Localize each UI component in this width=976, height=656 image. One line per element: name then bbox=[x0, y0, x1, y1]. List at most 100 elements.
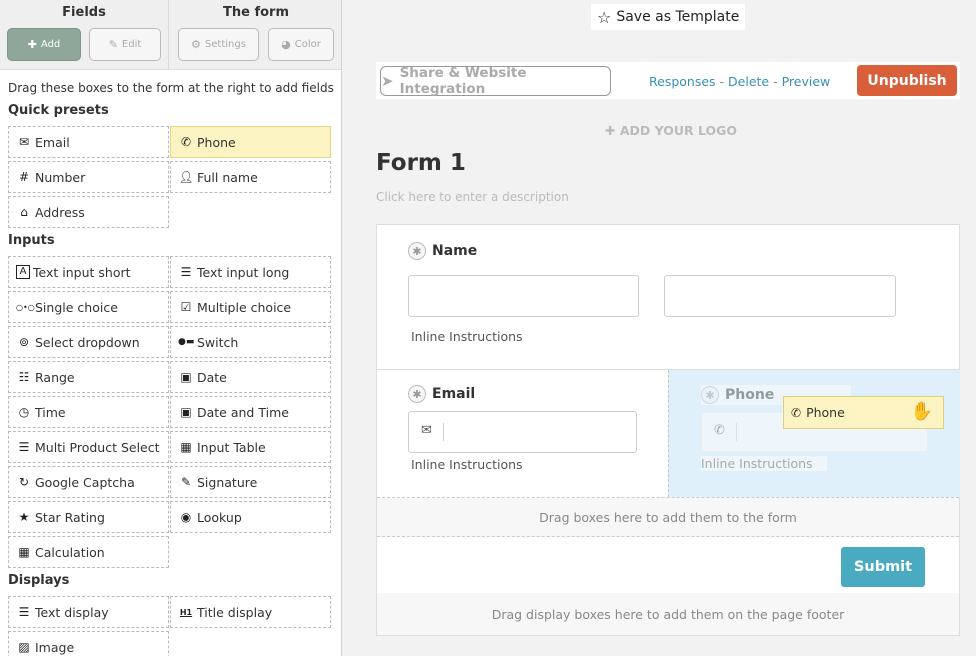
fields-sidebar: Fields ✚ Add ✎ Edit The form ⚙ Settings … bbox=[0, 0, 342, 656]
settings-button[interactable]: ⚙ Settings bbox=[178, 28, 259, 61]
save-as-template-button[interactable]: ☆ Save as Template bbox=[591, 4, 746, 30]
name-instructions: Inline Instructions bbox=[411, 329, 523, 344]
text-lines-icon: ☰ bbox=[180, 265, 192, 279]
field-tile-signature[interactable]: ✎ Signature bbox=[170, 466, 331, 498]
field-tile-multi-product-select[interactable]: ☰ Multi Product Select bbox=[8, 431, 169, 463]
field-tile-single-choice[interactable]: ○•○ Single choice bbox=[8, 291, 169, 323]
field-tile-text-input-short[interactable]: A Text input short bbox=[8, 256, 169, 288]
form-canvas: ✱ Name Inline Instructions ✱ Email ✉ Inl… bbox=[376, 224, 960, 636]
tile-label: Address bbox=[35, 204, 85, 220]
input-divider bbox=[736, 423, 737, 441]
checkbox-icon: ☑ bbox=[180, 300, 192, 314]
tile-label: Multiple choice bbox=[197, 299, 292, 315]
field-tile-multiple-choice[interactable]: ☑ Multiple choice bbox=[170, 291, 331, 323]
phone-icon: ✆ bbox=[791, 405, 802, 420]
radio-dots-icon: ○•○ bbox=[16, 302, 35, 312]
field-tile-select-dropdown[interactable]: ⊚ Select dropdown bbox=[8, 326, 169, 358]
color-button[interactable]: ◕ Color bbox=[268, 28, 334, 61]
envelope-icon: ✉ bbox=[18, 135, 30, 149]
field-tile-date-and-time[interactable]: ▣ Date and Time bbox=[170, 396, 331, 428]
submit-button[interactable]: Submit bbox=[841, 547, 925, 587]
field-tile-star-rating[interactable]: ★ Star Rating bbox=[8, 501, 169, 533]
phone-icon: ✆ bbox=[180, 135, 192, 149]
tile-label: Title display bbox=[197, 604, 273, 620]
form-links: Responses - Delete - Preview bbox=[649, 74, 830, 89]
calculator-icon: ▦ bbox=[18, 545, 30, 559]
field-tile-lookup[interactable]: ◉ Lookup bbox=[170, 501, 331, 533]
pencil-icon: ✎ bbox=[108, 38, 118, 51]
field-tile-phone[interactable]: ✆ Phone bbox=[170, 126, 331, 158]
field-tile-title-display[interactable]: H1 Title display bbox=[170, 596, 331, 628]
tile-label: Full name bbox=[197, 169, 258, 185]
field-tile-google-captcha[interactable]: ↻ Google Captcha bbox=[8, 466, 169, 498]
phone-instructions: Inline Instructions bbox=[701, 456, 827, 471]
palette-icon: ◕ bbox=[281, 38, 291, 51]
text-a-icon: A bbox=[16, 265, 30, 279]
field-tile-number[interactable]: # Number bbox=[8, 161, 169, 193]
field-tile-text-input-long[interactable]: ☰ Text input long bbox=[170, 256, 331, 288]
asterisk-icon: ✱ bbox=[701, 386, 719, 404]
email-input[interactable]: ✉ bbox=[408, 411, 637, 453]
refresh-icon: ↻ bbox=[18, 475, 30, 489]
responses-link[interactable]: Responses bbox=[649, 74, 716, 89]
add-button[interactable]: ✚ Add bbox=[7, 28, 81, 61]
tile-label: Text input long bbox=[197, 264, 290, 280]
paper-plane-icon: ➤ bbox=[381, 72, 394, 90]
tile-label: Date bbox=[197, 369, 227, 385]
color-button-label: Color bbox=[294, 39, 321, 50]
tile-label: Star Rating bbox=[35, 509, 105, 525]
form-column: The form ⚙ Settings ◕ Color bbox=[170, 0, 341, 70]
field-tile-full-name[interactable]: 👤︎ Full name bbox=[170, 161, 331, 193]
field-tile-calculation[interactable]: ▦ Calculation bbox=[8, 536, 169, 568]
settings-button-label: Settings bbox=[204, 39, 246, 50]
tile-label: Lookup bbox=[197, 509, 242, 525]
dropdown-circle-icon: ⊚ bbox=[18, 335, 30, 349]
field-tile-switch[interactable]: ●▬ Switch bbox=[170, 326, 331, 358]
plus-icon: ✚ bbox=[605, 123, 616, 138]
unpublish-button[interactable]: Unpublish bbox=[857, 65, 957, 96]
field-tile-image[interactable]: ▨ Image bbox=[8, 631, 169, 656]
first-name-input[interactable] bbox=[408, 275, 639, 317]
form-settings-title: The form bbox=[222, 5, 289, 20]
footer-dropzone[interactable]: Drag display boxes here to add them on t… bbox=[377, 593, 959, 635]
tile-label: Time bbox=[35, 404, 66, 420]
asterisk-icon: ✱ bbox=[408, 242, 426, 260]
image-icon: ▨ bbox=[18, 640, 30, 654]
link-separator: - bbox=[719, 74, 725, 89]
field-tile-input-table[interactable]: ▦ Input Table bbox=[170, 431, 331, 463]
field-tile-time[interactable]: ◷ Time bbox=[8, 396, 169, 428]
displays-title: Displays bbox=[8, 573, 70, 588]
share-integration-button[interactable]: ➤ Share & Website Integration bbox=[380, 65, 611, 97]
dragging-phone-tile[interactable]: ✆ Phone ✋ bbox=[783, 396, 944, 429]
switch-icon: ●▬ bbox=[178, 337, 195, 347]
table-icon: ▦ bbox=[180, 440, 192, 454]
field-tile-text-display[interactable]: ☰ Text display bbox=[8, 596, 169, 628]
form-description[interactable]: Click here to enter a description bbox=[376, 190, 569, 204]
field-tile-email[interactable]: ✉ Email bbox=[8, 126, 169, 158]
field-tile-address[interactable]: ⌂ Address bbox=[8, 196, 169, 228]
form-toolbar: ➤ Share & Website Integration Responses … bbox=[376, 62, 960, 99]
fields-dropzone[interactable]: Drag boxes here to add them to the form bbox=[377, 497, 959, 537]
field-tile-range[interactable]: ☷ Range bbox=[8, 361, 169, 393]
delete-link[interactable]: Delete bbox=[728, 74, 769, 89]
preview-link[interactable]: Preview bbox=[782, 74, 831, 89]
add-logo-button[interactable]: ✚ ADD YOUR LOGO bbox=[605, 123, 737, 138]
form-title[interactable]: Form 1 bbox=[376, 150, 466, 176]
last-name-input[interactable] bbox=[664, 275, 896, 317]
tile-label: Calculation bbox=[35, 544, 105, 560]
text-align-icon: ☰ bbox=[18, 605, 30, 619]
phone-field-dropzone[interactable]: ✱ Phone ✆ Inline Instructions bbox=[668, 370, 960, 497]
list-icon: ☰ bbox=[18, 440, 30, 454]
edit-icon: ✎ bbox=[180, 475, 192, 489]
inputs-title: Inputs bbox=[8, 233, 55, 248]
form-editor: ☆ Save as Template ➤ Share & Website Int… bbox=[343, 0, 976, 656]
gear-icon: ⚙ bbox=[191, 38, 201, 51]
tile-label: Switch bbox=[197, 334, 239, 350]
link-separator: - bbox=[773, 74, 778, 89]
sidebar-instructions: Drag these boxes to the form at the righ… bbox=[8, 81, 334, 95]
tile-label: Input Table bbox=[197, 439, 266, 455]
dragging-tile-label: Phone bbox=[806, 405, 845, 420]
fields-title: Fields bbox=[62, 5, 106, 20]
edit-button[interactable]: ✎ Edit bbox=[89, 28, 161, 61]
field-tile-date[interactable]: ▣ Date bbox=[170, 361, 331, 393]
